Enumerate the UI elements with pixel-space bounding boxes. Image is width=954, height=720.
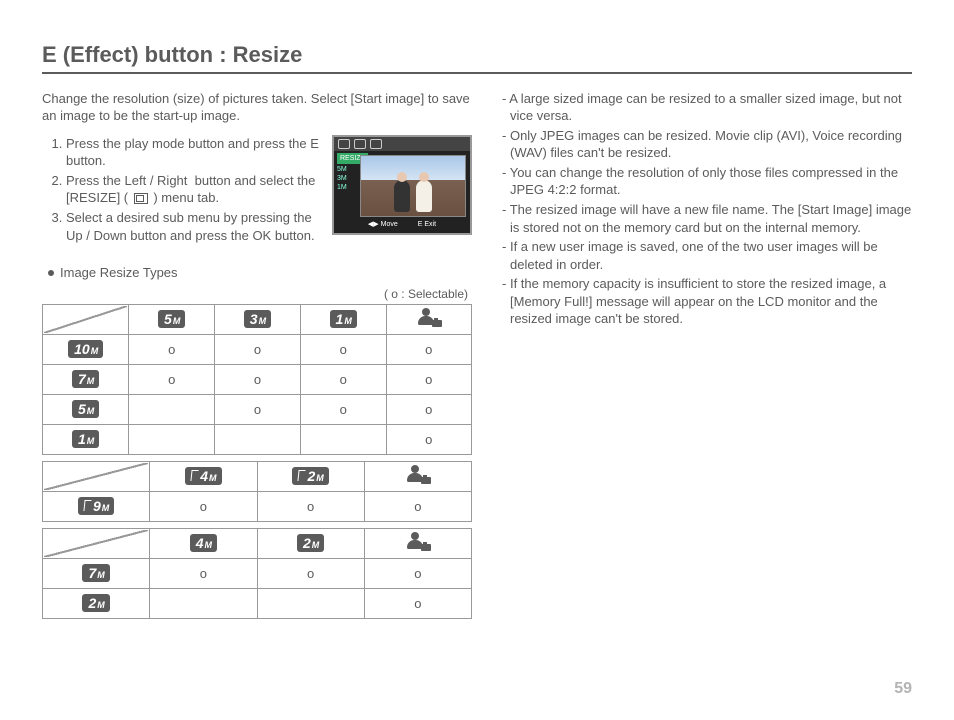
diag-cell xyxy=(43,461,150,491)
note-item: - The resized image will have a new file… xyxy=(500,201,912,236)
col-4m: 4M xyxy=(150,528,257,558)
note-item: - A large sized image can be resized to … xyxy=(500,90,912,125)
col-1m: 1M xyxy=(300,304,386,334)
resize-table-3: 4M 2M 7M o o o 2M o xyxy=(42,528,472,619)
user-image-icon xyxy=(418,308,440,326)
resize-table-2: 4M 2M 9M o o o xyxy=(42,461,472,522)
row-7m-alt: 7M xyxy=(43,558,150,588)
resize-icon xyxy=(134,193,148,204)
table-row: 2M o xyxy=(43,588,472,618)
lcd-bottom-hints: ◀▶ Move E Exit xyxy=(334,219,470,231)
selectable-legend: ( o : Selectable) xyxy=(42,286,472,302)
note-item: - If the memory capacity is insufficient… xyxy=(500,275,912,328)
diag-cell xyxy=(43,528,150,558)
note-item: - If a new user image is saved, one of t… xyxy=(500,238,912,273)
user-image-icon xyxy=(407,465,429,483)
camera-lcd-preview: RESIZE 5M 3M 1M ◀▶ Move E Exit xyxy=(332,135,472,235)
left-column: Change the resolution (size) of pictures… xyxy=(42,90,472,625)
resize-types-heading: Image Resize Types xyxy=(48,264,472,282)
table-row: 9M o o o xyxy=(43,491,472,521)
row-9m-wide: 9M xyxy=(43,491,150,521)
instruction-steps: Press the play mode button and press the… xyxy=(42,135,322,246)
lcd-tab-icon xyxy=(370,139,382,149)
table-header-row: 5M 3M 1M xyxy=(43,304,472,334)
table-header-row: 4M 2M xyxy=(43,461,472,491)
col-user xyxy=(364,461,471,491)
resize-table-1: 5M 3M 1M 10M o o o o 7M o o o o xyxy=(42,304,472,455)
row-1m: 1M xyxy=(43,424,129,454)
right-column-notes: - A large sized image can be resized to … xyxy=(500,90,912,625)
col-2m: 2M xyxy=(257,528,364,558)
table-row: 5M o o o xyxy=(43,394,472,424)
user-image-icon xyxy=(407,532,429,550)
row-5m: 5M xyxy=(43,394,129,424)
steps-row: Press the play mode button and press the… xyxy=(42,135,472,246)
lcd-tab-icon xyxy=(338,139,350,149)
table-row: 1M o xyxy=(43,424,472,454)
col-user xyxy=(386,304,471,334)
content-columns: Change the resolution (size) of pictures… xyxy=(42,90,912,625)
page-number: 59 xyxy=(894,678,912,700)
groom-figure xyxy=(394,180,410,212)
row-10m: 10M xyxy=(43,334,129,364)
step-2: Press the Left / Right button and select… xyxy=(66,172,322,207)
step-1: Press the play mode button and press the… xyxy=(66,135,322,170)
lcd-tab-icon xyxy=(354,139,366,149)
lcd-side-options: 5M 3M 1M xyxy=(337,165,347,192)
note-item: - Only JPEG images can be resized. Movie… xyxy=(500,127,912,162)
note-item: - You can change the resolution of only … xyxy=(500,164,912,199)
table-header-row: 4M 2M xyxy=(43,528,472,558)
bride-figure xyxy=(416,180,432,212)
step-3: Select a desired sub menu by pressing th… xyxy=(66,209,322,244)
lcd-top-tabs xyxy=(334,137,470,151)
row-2m: 2M xyxy=(43,588,150,618)
page-title: E (Effect) button : Resize xyxy=(42,40,912,74)
table-row: 7M o o o o xyxy=(43,364,472,394)
table-row: 7M o o o xyxy=(43,558,472,588)
col-user xyxy=(364,528,471,558)
bullet-icon xyxy=(48,270,54,276)
col-2m-wide: 2M xyxy=(257,461,364,491)
diag-cell xyxy=(43,304,129,334)
lcd-sample-photo xyxy=(360,155,466,217)
table-row: 10M o o o o xyxy=(43,334,472,364)
intro-text: Change the resolution (size) of pictures… xyxy=(42,90,472,125)
manual-page: E (Effect) button : Resize Change the re… xyxy=(0,0,954,720)
col-3m: 3M xyxy=(215,304,301,334)
row-7m: 7M xyxy=(43,364,129,394)
col-4m-wide: 4M xyxy=(150,461,257,491)
col-5m: 5M xyxy=(129,304,215,334)
